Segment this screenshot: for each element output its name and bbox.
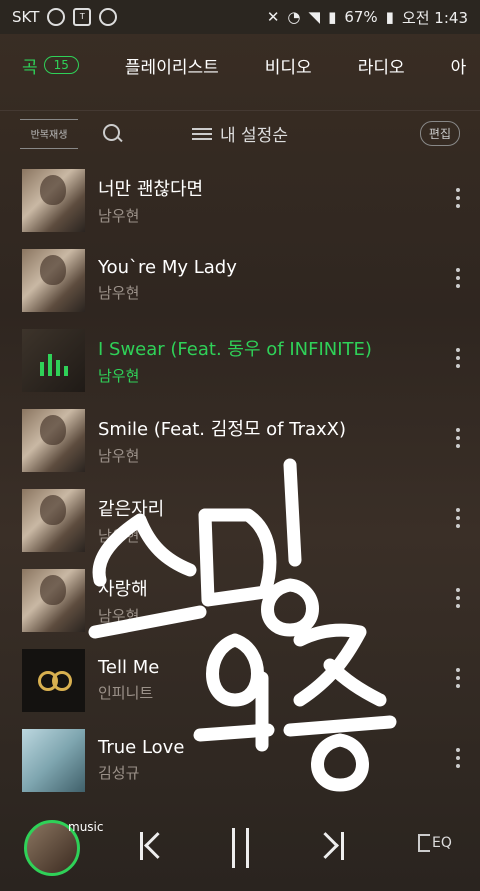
category-tabs: 곡 15 플레이리스트 비디오 라디오 아 — [0, 34, 480, 96]
album-art — [22, 728, 85, 792]
more-options-icon[interactable] — [456, 508, 460, 528]
sort-button[interactable]: 내 설정순 — [192, 121, 288, 146]
song-title: Smile (Feat. 김정모 of TraxX) — [98, 418, 347, 440]
list-item[interactable]: You`re My Lady 남우현 — [0, 240, 480, 320]
music-tag-label: music — [68, 820, 104, 834]
mute-icon: ✕ — [266, 8, 280, 26]
song-title: True Love — [98, 737, 185, 758]
tab-videos[interactable]: 비디오 — [265, 53, 312, 78]
tab-songs[interactable]: 곡 15 — [22, 53, 79, 78]
tab-more[interactable]: 아 — [451, 53, 467, 78]
edit-button[interactable]: 편집 — [419, 121, 460, 146]
list-item[interactable]: Smile (Feat. 김정모 of TraxX) 남우현 — [0, 400, 480, 480]
list-item[interactable]: 너만 괜찮다면 남우현 — [0, 160, 480, 240]
notification-icon — [47, 8, 66, 26]
more-options-icon[interactable] — [456, 348, 460, 368]
list-toolbar: 반복재생 내 설정순 편집 — [0, 110, 480, 156]
carrier-label: SKT — [12, 8, 40, 26]
song-artist: 인피니트 — [98, 684, 154, 702]
album-art — [22, 408, 85, 472]
eq-label: EQ — [432, 835, 452, 851]
album-art — [22, 648, 85, 712]
repeat-button[interactable]: 반복재생 — [20, 118, 78, 149]
wifi-icon: ◥ — [308, 8, 321, 26]
song-list: 너만 괜찮다면 남우현 You`re My Lady 남우현 I Swear (… — [0, 160, 480, 800]
list-item[interactable]: 같은자리 남우현 — [0, 480, 480, 560]
pause-icon[interactable] — [230, 828, 254, 868]
list-item-now-playing[interactable]: I Swear (Feat. 동우 of INFINITE) 남우현 — [0, 320, 480, 400]
more-options-icon[interactable] — [456, 748, 460, 768]
song-artist: 남우현 — [98, 206, 140, 225]
tab-radio[interactable]: 라디오 — [358, 53, 405, 78]
tab-playlists[interactable]: 플레이리스트 — [125, 53, 219, 78]
song-title: I Swear (Feat. 동우 of INFINITE) — [98, 338, 372, 360]
song-artist: 남우현 — [98, 366, 140, 385]
more-options-icon[interactable] — [456, 588, 460, 608]
mini-player: music EQ — [0, 800, 480, 891]
android-icon — [99, 8, 118, 26]
album-art — [22, 168, 85, 232]
clock-label: 오전 1:43 — [401, 8, 468, 27]
eq-button[interactable]: EQ — [418, 834, 452, 852]
album-art — [22, 488, 85, 552]
infinity-logo-icon — [38, 670, 72, 691]
sort-label: 내 설정순 — [220, 126, 288, 146]
battery-icon: ▮ — [385, 8, 394, 26]
speaker-icon — [418, 834, 430, 852]
sort-filter-icon — [192, 126, 212, 142]
album-art — [22, 328, 85, 392]
tab-songs-label: 곡 — [22, 57, 38, 78]
song-artist: 남우현 — [98, 606, 140, 625]
search-icon[interactable] — [102, 123, 124, 145]
list-item[interactable]: Tell Me 인피니트 — [0, 640, 480, 720]
song-artist: 남우현 — [98, 446, 140, 465]
song-title: 같은자리 — [98, 498, 165, 520]
list-item[interactable]: True Love 김성규 — [0, 720, 480, 800]
song-artist: 남우현 — [98, 526, 140, 545]
previous-track-icon[interactable] — [138, 828, 168, 864]
song-count-badge: 15 — [43, 56, 79, 74]
album-art — [22, 248, 85, 312]
signal-icon: ▮ — [328, 8, 337, 26]
more-options-icon[interactable] — [456, 268, 460, 288]
song-title: You`re My Lady — [98, 257, 237, 278]
now-playing-icon — [40, 353, 68, 376]
song-title: 사랑해 — [98, 578, 148, 600]
song-artist: 남우현 — [98, 284, 140, 302]
song-title: 너만 괜찮다면 — [98, 178, 204, 200]
repeat-label: 반복재생 — [30, 130, 68, 141]
next-track-icon[interactable] — [316, 828, 346, 864]
album-art — [22, 568, 85, 632]
status-bar: SKT T ✕ ◔ ◥ ▮ 67% ▮ 오전 1:43 — [0, 0, 480, 34]
more-options-icon[interactable] — [456, 428, 460, 448]
more-options-icon[interactable] — [456, 668, 460, 688]
song-title: Tell Me — [98, 657, 160, 678]
list-item[interactable]: 사랑해 남우현 — [0, 560, 480, 640]
more-options-icon[interactable] — [456, 188, 460, 208]
talk-icon: T — [73, 8, 92, 26]
battery-label: 67% — [344, 8, 378, 26]
alarm-icon: ◔ — [287, 8, 301, 26]
song-artist: 김성규 — [98, 764, 140, 782]
